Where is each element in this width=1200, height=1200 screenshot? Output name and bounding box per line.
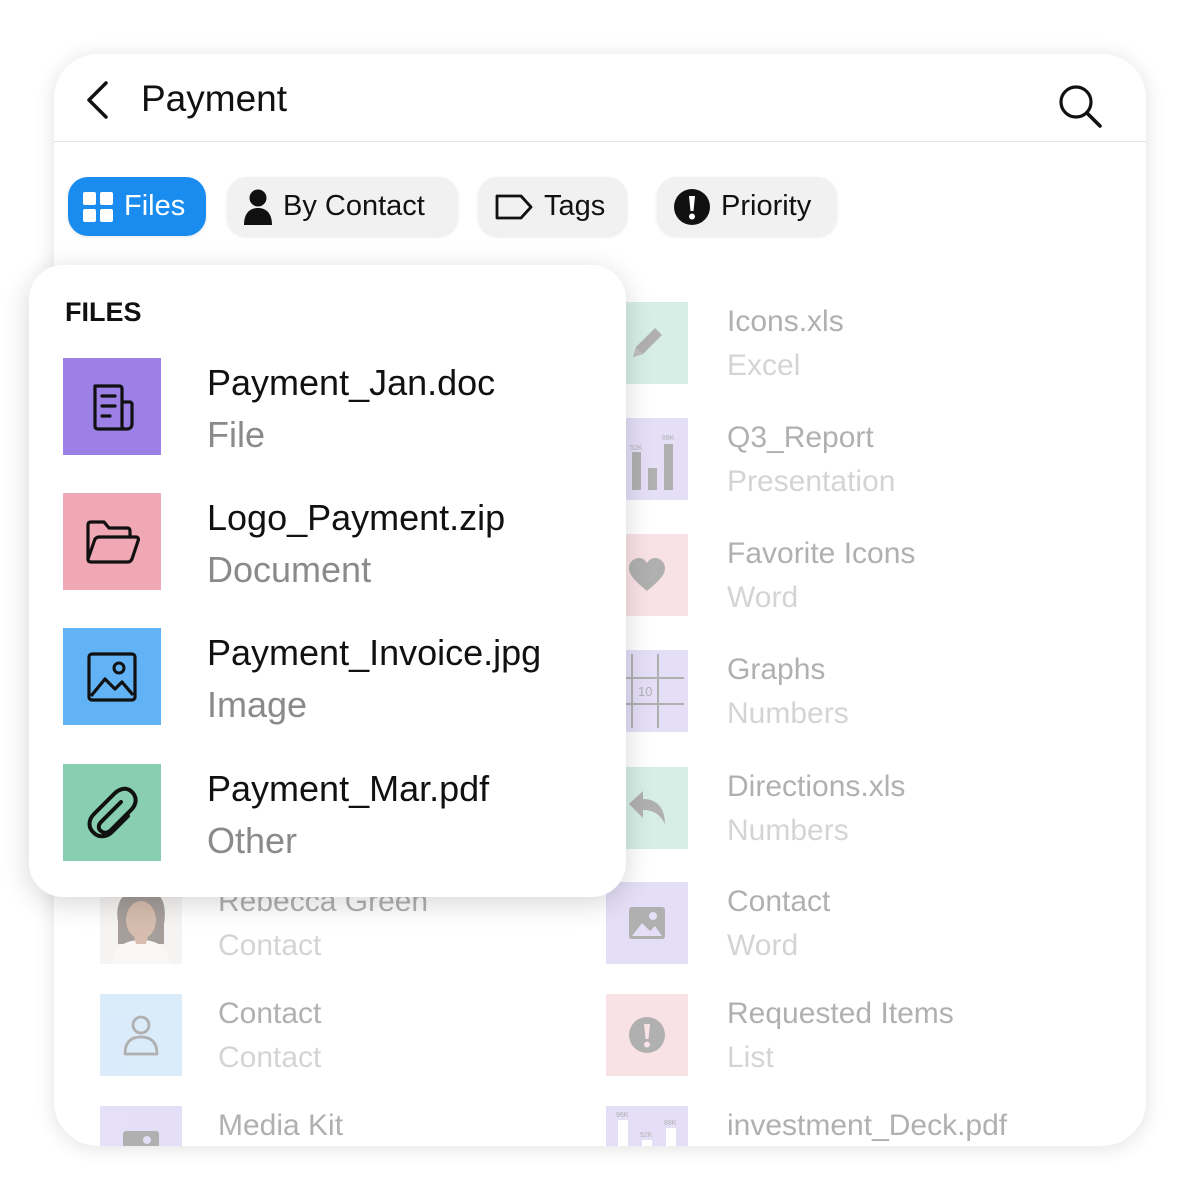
filter-chip-label: Priority [721, 190, 812, 222]
search-button[interactable] [1056, 82, 1104, 130]
file-item-type: Image [207, 684, 308, 725]
header-bar: Payment [54, 54, 1146, 142]
folder-icon [86, 519, 140, 564]
person-icon [243, 189, 273, 225]
file-item[interactable]: Logo_Payment.zip Document [63, 493, 603, 591]
filter-chip-label: Tags [544, 190, 606, 222]
filter-chip-priority[interactable]: Priority [657, 177, 837, 236]
file-item-name: Payment_Jan.doc [207, 362, 496, 403]
list-item-title: Contact [727, 885, 831, 918]
file-item-type: Other [207, 820, 298, 861]
list-item-title: Directions.xls [727, 770, 906, 803]
filter-chip-tags[interactable]: Tags [478, 177, 627, 236]
page-title: Payment [141, 78, 288, 119]
filter-chip-label: By Contact [283, 190, 425, 222]
list-item-subtitle: Contact [218, 1041, 322, 1074]
list-item-title: Media Kit [218, 1109, 344, 1142]
search-icon [1059, 85, 1102, 128]
image-icon [87, 651, 137, 702]
list-item-thumbnail: 96K 88K 52K [606, 1106, 688, 1146]
reply-arrow-icon [629, 791, 665, 824]
list-item-title: Graphs [727, 653, 826, 686]
file-item[interactable]: Payment_Jan.doc File [63, 358, 603, 456]
list-item-subtitle: Word [727, 581, 799, 614]
list-item-subtitle: Presentation [727, 465, 896, 498]
list-item-thumbnail [606, 994, 688, 1076]
pencil-icon [633, 328, 662, 357]
file-item[interactable]: Payment_Invoice.jpg Image [63, 628, 603, 726]
chart-thumb-label: 88K [662, 435, 675, 442]
file-item-thumbnail [63, 628, 161, 725]
list-item-subtitle: Contact [218, 929, 322, 962]
list-item-subtitle: Excel [727, 349, 801, 382]
file-item-name: Logo_Payment.zip [207, 497, 506, 538]
list-item-thumbnail [100, 1106, 182, 1146]
chart-thumb-label: 88K [664, 1120, 677, 1127]
file-item-name: Payment_Invoice.jpg [207, 632, 542, 673]
grid-thumb-label: 10 [638, 684, 652, 699]
file-item[interactable]: Payment_Mar.pdf Other [63, 764, 603, 862]
file-item-thumbnail [63, 764, 161, 861]
list-item-subtitle: Word [727, 929, 799, 962]
file-item-type: File [207, 414, 266, 455]
list-item-thumbnail [606, 882, 688, 964]
list-item-title: Icons.xls [727, 305, 844, 338]
paperclip-icon [87, 786, 138, 838]
chart-thumb-label: 52K [640, 1132, 653, 1139]
back-button[interactable] [80, 78, 120, 122]
file-item-thumbnail [63, 493, 161, 590]
document-icon [93, 383, 134, 431]
list-item-title: Favorite Icons [727, 537, 916, 570]
filter-chip-by-contact[interactable]: By Contact [227, 177, 458, 236]
file-item-thumbnail [63, 358, 161, 455]
list-item-title: Contact [218, 997, 322, 1030]
list-item-subtitle: Numbers [727, 814, 849, 847]
popover-heading: FILES [65, 297, 142, 327]
bar-chart-icon: 96K 88K 52K [616, 1112, 677, 1146]
tag-icon [494, 192, 534, 222]
exclamation-circle-icon [673, 188, 711, 226]
chart-thumb-label: 52K [630, 445, 643, 452]
list-item-subtitle: Numbers [727, 697, 849, 730]
exclamation-circle-icon [629, 1017, 665, 1053]
files-popover: FILES Payment_Jan.doc File Logo_Payment.… [29, 265, 626, 897]
file-item-name: Payment_Mar.pdf [207, 768, 490, 809]
chevron-left-icon [87, 81, 108, 119]
person-outline-icon [123, 1015, 159, 1056]
file-item-type: Document [207, 549, 372, 590]
image-icon [123, 1131, 159, 1146]
chart-thumb-label: 96K [616, 1112, 629, 1119]
heart-icon [629, 558, 665, 591]
filter-chip-files[interactable]: Files [68, 177, 206, 236]
filter-chip-label: Files [124, 190, 186, 222]
list-item-thumbnail [100, 994, 182, 1076]
popover-pointer [106, 244, 154, 266]
list-item-title: Q3_Report [727, 421, 874, 454]
list-item-title: investment_Deck.pdf [727, 1109, 1008, 1142]
grid-icon [82, 191, 114, 223]
image-icon [629, 907, 665, 939]
list-item-title: Requested Items [727, 997, 954, 1030]
list-item-subtitle: List [727, 1041, 774, 1074]
